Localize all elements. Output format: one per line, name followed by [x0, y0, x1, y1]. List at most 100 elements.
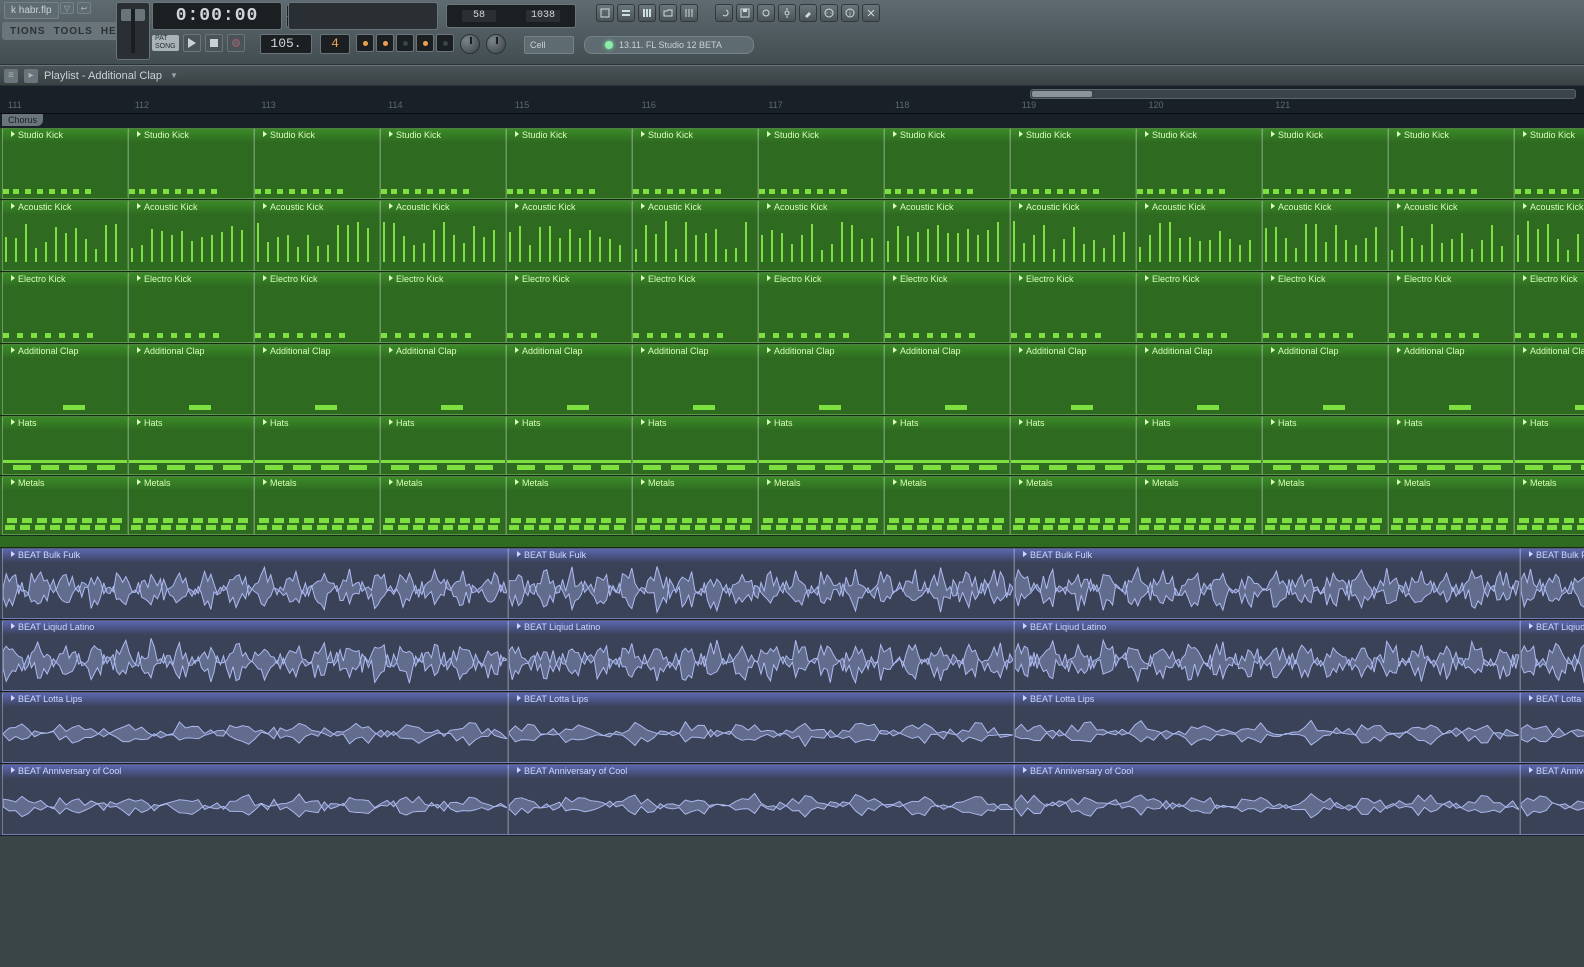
track-lane-beat-bulk-fulk[interactable]: BEAT Bulk FulkBEAT Bulk FulkBEAT Bulk Fu…	[0, 548, 1584, 620]
pattern-clip[interactable]: Acoustic Kick	[380, 200, 506, 271]
pattern-clip[interactable]: Additional Clap	[128, 344, 254, 415]
settings-button[interactable]	[778, 4, 796, 22]
pattern-clip[interactable]: Studio Kick	[128, 128, 254, 199]
track-lane-additional-clap[interactable]: Additional ClapAdditional ClapAdditional…	[0, 344, 1584, 416]
pattern-clip[interactable]: Hats	[254, 416, 380, 475]
audio-clip[interactable]: BEAT Liqiud Latino	[2, 620, 508, 691]
pattern-clip[interactable]: Metals	[758, 476, 884, 535]
play-button[interactable]	[183, 34, 201, 52]
stop-button[interactable]	[205, 34, 223, 52]
pattern-clip[interactable]: Metals	[632, 476, 758, 535]
save-indicator-icon[interactable]: ▽	[60, 2, 74, 14]
pattern-clip[interactable]: Acoustic Kick	[1262, 200, 1388, 271]
pattern-clip[interactable]: Additional Clap	[1262, 344, 1388, 415]
timeline-marker-chorus[interactable]: Chorus	[2, 114, 43, 126]
pattern-clip[interactable]: Studio Kick	[632, 128, 758, 199]
pattern-clip[interactable]: Hats	[1262, 416, 1388, 475]
undo-button[interactable]	[715, 4, 733, 22]
menu-options[interactable]: TIONS	[6, 24, 50, 39]
audio-clip[interactable]: BEAT Anniversary of Cool	[508, 764, 1014, 835]
pattern-clip[interactable]: Electro Kick	[1262, 272, 1388, 343]
pattern-clip[interactable]: Electro Kick	[254, 272, 380, 343]
pattern-clip[interactable]: Additional Clap	[380, 344, 506, 415]
mixer-window-button[interactable]	[680, 4, 698, 22]
audio-clip[interactable]: BEAT Liqiud Latino	[1014, 620, 1520, 691]
pattern-clip[interactable]: Acoustic Kick	[2, 200, 128, 271]
playlist-play-icon[interactable]: ▸	[24, 69, 38, 83]
close-panel-button[interactable]	[862, 4, 880, 22]
pattern-clip[interactable]: Electro Kick	[2, 272, 128, 343]
pattern-number-display[interactable]: 4	[320, 34, 350, 54]
pattern-clip[interactable]: Studio Kick	[254, 128, 380, 199]
pattern-clip[interactable]: Metals	[380, 476, 506, 535]
pattern-clip[interactable]: Additional Clap	[254, 344, 380, 415]
track-lane-beat-anniversary-of-cool[interactable]: BEAT Anniversary of CoolBEAT Anniversary…	[0, 764, 1584, 836]
pattern-clip[interactable]: Electro Kick	[128, 272, 254, 343]
pattern-clip[interactable]: Hats	[1010, 416, 1136, 475]
pattern-clip[interactable]: Acoustic Kick	[1136, 200, 1262, 271]
track-lane-beat-liqiud-latino[interactable]: BEAT Liqiud LatinoBEAT Liqiud LatinoBEAT…	[0, 620, 1584, 692]
menu-tools[interactable]: TOOLS	[50, 24, 97, 39]
pattern-clip[interactable]: Hats	[128, 416, 254, 475]
pattern-clip[interactable]: Studio Kick	[1514, 128, 1584, 199]
pattern-song-toggle[interactable]: PAT SONG	[152, 35, 179, 51]
transport-time-display[interactable]: 0:00:00	[152, 2, 282, 30]
pianoroll-window-button[interactable]	[638, 4, 656, 22]
pattern-clip[interactable]: Hats	[1514, 416, 1584, 475]
pattern-clip[interactable]: Electro Kick	[1136, 272, 1262, 343]
pattern-clip[interactable]: Studio Kick	[884, 128, 1010, 199]
pattern-clip[interactable]: Acoustic Kick	[1010, 200, 1136, 271]
pattern-clip[interactable]: Hats	[2, 416, 128, 475]
pattern-clip[interactable]: Studio Kick	[380, 128, 506, 199]
pattern-clip[interactable]: Metals	[2, 476, 128, 535]
pattern-clip[interactable]: Additional Clap	[1010, 344, 1136, 415]
tempo-display[interactable]: 105.	[260, 34, 312, 54]
audio-clip[interactable]: BEAT Bulk Fulk	[508, 548, 1014, 619]
pattern-clip[interactable]: Metals	[884, 476, 1010, 535]
swing-knob[interactable]	[486, 34, 506, 54]
audio-clip[interactable]: BEAT Bulk Fulk	[1014, 548, 1520, 619]
pattern-clip[interactable]: Hats	[506, 416, 632, 475]
timeline-marker-row[interactable]: Chorus	[0, 114, 1584, 128]
track-lane-acoustic-kick[interactable]: Acoustic KickAcoustic KickAcoustic KickA…	[0, 200, 1584, 272]
pattern-clip[interactable]: Studio Kick	[2, 128, 128, 199]
pattern-clip[interactable]: Acoustic Kick	[1514, 200, 1584, 271]
pattern-clip[interactable]: Hats	[758, 416, 884, 475]
audio-clip[interactable]: BEAT Liqiud Latino	[508, 620, 1014, 691]
pattern-clip[interactable]: Additional Clap	[884, 344, 1010, 415]
audio-clip[interactable]: BEAT Lotta Lips	[508, 692, 1014, 763]
undo-icon[interactable]: ↩	[77, 2, 91, 14]
pattern-clip[interactable]: Metals	[506, 476, 632, 535]
playlist-title-bar[interactable]: ≡ ▸ Playlist - Additional Clap ▼	[0, 65, 1584, 86]
pattern-clip[interactable]: Metals	[1514, 476, 1584, 535]
pattern-clip[interactable]: Studio Kick	[758, 128, 884, 199]
pattern-clip[interactable]: Additional Clap	[506, 344, 632, 415]
audio-clip[interactable]: BEAT Liqiud Latino	[1520, 620, 1584, 691]
pattern-clip[interactable]: Acoustic Kick	[632, 200, 758, 271]
step-led-4[interactable]	[416, 34, 434, 52]
master-volume-fader[interactable]	[116, 2, 150, 60]
pattern-clip[interactable]: Studio Kick	[1262, 128, 1388, 199]
chevron-down-icon[interactable]: ▼	[170, 71, 178, 80]
pattern-clip[interactable]: Studio Kick	[506, 128, 632, 199]
pattern-clip[interactable]: Metals	[1388, 476, 1514, 535]
timeline-ruler[interactable]: 111112113114115116117118119120121	[0, 86, 1584, 114]
horizontal-scrollbar[interactable]	[1030, 89, 1576, 99]
audio-clip[interactable]: BEAT Bulk Fulk	[1520, 548, 1584, 619]
track-lane-hats[interactable]: HatsHatsHatsHatsHatsHatsHatsHatsHatsHats…	[0, 416, 1584, 476]
pattern-clip[interactable]: Metals	[128, 476, 254, 535]
playlist-grid[interactable]: Studio KickStudio KickStudio KickStudio …	[0, 128, 1584, 836]
pattern-selector[interactable]: 13.11. FL Studio 12 BETA	[584, 36, 754, 54]
pattern-clip[interactable]: Hats	[1388, 416, 1514, 475]
step-led-3[interactable]	[396, 34, 414, 52]
pattern-clip[interactable]: Electro Kick	[506, 272, 632, 343]
pattern-clip[interactable]: Metals	[1136, 476, 1262, 535]
pattern-clip[interactable]: Acoustic Kick	[254, 200, 380, 271]
audio-clip[interactable]: BEAT Anniversary of Cool	[1014, 764, 1520, 835]
pattern-clip[interactable]: Hats	[380, 416, 506, 475]
pattern-clip[interactable]: Acoustic Kick	[506, 200, 632, 271]
pattern-clip[interactable]: Acoustic Kick	[1388, 200, 1514, 271]
pattern-clip[interactable]: Studio Kick	[1388, 128, 1514, 199]
playlist-menu-icon[interactable]: ≡	[4, 69, 18, 83]
pattern-clip[interactable]: Metals	[1262, 476, 1388, 535]
